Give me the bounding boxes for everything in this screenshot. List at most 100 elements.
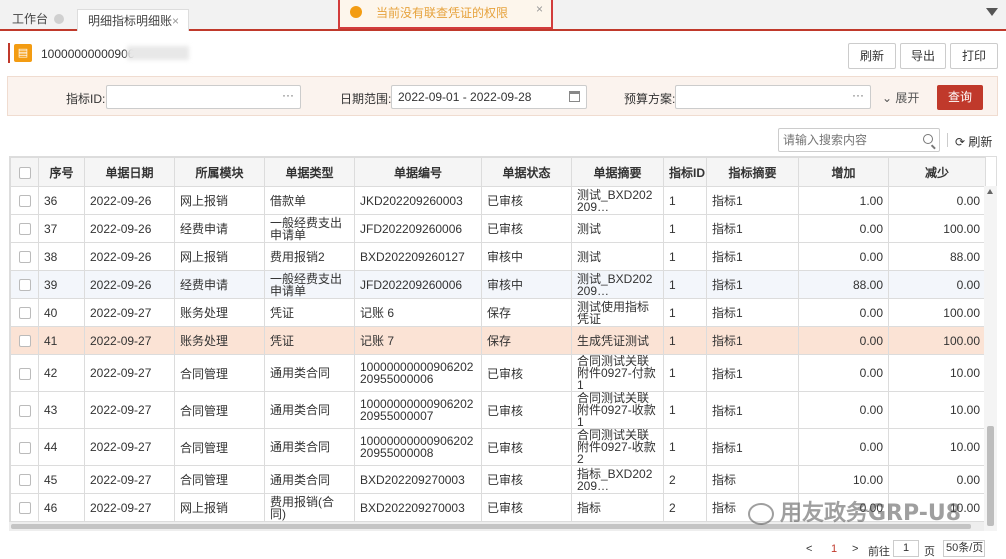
more-icon[interactable]: ··· [282,88,294,102]
table-cell: 经费申请 [174,270,265,299]
row-select-cell[interactable] [10,242,39,271]
current-page[interactable]: 1 [831,543,837,555]
close-icon[interactable]: × [172,10,179,32]
table-cell: BXD202209270003 [354,465,482,494]
row-checkbox[interactable] [18,335,31,348]
row-checkbox[interactable] [18,367,31,380]
row-select-cell[interactable] [10,214,39,243]
table-row[interactable]: 43 2022-09-27 合同管理 通用类合同 1000000000090620220… [10,391,986,429]
next-page-button[interactable]: > [852,543,858,555]
table-row[interactable]: 42 2022-09-27 合同管理 通用类合同 1000000000090620220… [10,354,986,392]
table-cell: 1 [663,354,707,392]
table-cell: 2022-09-27 [84,391,175,429]
column-header[interactable]: 单据类型 [264,157,355,187]
row-select-cell[interactable] [10,493,39,522]
row-select-cell[interactable] [10,391,39,429]
row-checkbox[interactable] [18,279,31,292]
tab-indicator-ledger-label: 明细指标明细账 [88,14,173,28]
table-header-row: 序号 单据日期 所属模块 单据类型 单据编号 单据状态 单据摘要 指标ID 指标… [10,157,986,187]
row-select-cell[interactable] [10,186,39,215]
tab-workbench[interactable]: 工作台 [2,7,74,31]
warning-icon [350,6,362,18]
more-icon[interactable]: ··· [852,88,864,102]
query-button[interactable]: 查询 [937,85,983,110]
table-row[interactable]: 44 2022-09-27 合同管理 通用类合同 1000000000090620220… [10,428,986,466]
row-checkbox[interactable] [18,474,31,487]
row-checkbox[interactable] [18,307,31,320]
row-select-cell[interactable] [10,270,39,299]
row-checkbox[interactable] [18,223,31,236]
row-select-cell[interactable] [10,465,39,494]
select-all-header[interactable] [10,157,39,187]
table-cell: 0.00 [798,354,889,392]
row-checkbox[interactable] [18,251,31,264]
refresh-button[interactable]: 刷新 [848,43,896,69]
select-all-checkbox[interactable] [18,166,31,179]
row-checkbox[interactable] [18,502,31,515]
column-header[interactable]: 单据状态 [481,157,572,187]
indicator-id-field[interactable]: ··· [106,85,301,109]
table-cell: 合同管理 [174,465,265,494]
row-checkbox[interactable] [18,404,31,417]
table-row[interactable]: 41 2022-09-27 账务处理 凭证 记账 7 保存 生成凭证测试 1 指标1 0.00 10… [10,326,986,355]
column-header[interactable]: 单据摘要 [571,157,664,187]
column-header[interactable]: 单据日期 [84,157,175,187]
chevron-down-icon[interactable] [986,8,998,16]
vertical-scrollbar[interactable] [984,186,997,531]
table-cell: 测试_BXD202209… [571,186,664,215]
expand-toggle[interactable]: ⌄ 展开 [882,89,919,106]
table-row[interactable]: 45 2022-09-27 合同管理 通用类合同 BXD202209270003 已审核指… [10,465,986,494]
budget-plan-field[interactable]: ··· [675,85,871,109]
column-header[interactable]: 指标ID [663,157,707,187]
table-cell: 1 [663,298,707,327]
table-row[interactable]: 37 2022-09-26 经费申请 一般经费支出申请单 JFD202209260006… [10,214,986,243]
column-header[interactable]: 增加 [798,157,889,187]
table-row[interactable]: 40 2022-09-27 账务处理 凭证 记账 6 保存 测试使用指标凭证 1 指标1 0.00… [10,298,986,327]
table-cell: 网上报销 [174,242,265,271]
row-checkbox[interactable] [18,441,31,454]
row-select-cell[interactable] [10,428,39,466]
column-header[interactable]: 减少 [888,157,986,187]
row-select-cell[interactable] [10,326,39,355]
row-select-cell[interactable] [10,354,39,392]
column-header[interactable]: 指标摘要 [706,157,799,187]
gear-icon[interactable] [54,14,64,24]
table-cell: 88.00 [888,242,986,271]
row-checkbox[interactable] [18,195,31,208]
table-cell: 已审核 [481,186,572,215]
page-size-select[interactable]: 50条/页 [943,540,985,557]
search-icon[interactable] [923,134,933,144]
export-button[interactable]: 导出 [900,43,946,69]
table-cell: 2 [663,493,707,522]
table-cell: 指标1 [706,186,799,215]
toast-close-icon[interactable]: × [536,2,543,16]
table-cell: 指标 [571,493,664,522]
table-cell: 40 [38,298,85,327]
tab-indicator-ledger[interactable]: 明细指标明细账 × [77,9,189,31]
table-cell: 0.00 [888,270,986,299]
calendar-icon[interactable] [569,91,580,102]
print-button[interactable]: 打印 [950,43,998,69]
table-cell: 已审核 [481,493,572,522]
search-input[interactable] [783,132,913,148]
column-header[interactable]: 所属模块 [174,157,265,187]
column-header[interactable]: 单据编号 [354,157,482,187]
table-cell: 生成凭证测试 [571,326,664,355]
table-refresh-button[interactable]: ⟳ 刷新 [955,133,992,150]
table-cell: 指标1 [706,391,799,429]
date-range-field[interactable]: 2022-09-01 - 2022-09-28 [391,85,587,109]
prev-page-button[interactable]: < [806,543,812,555]
column-header[interactable]: 序号 [38,157,85,187]
table-cell: 2022-09-27 [84,326,175,355]
search-box[interactable] [778,128,940,152]
date-range-label: 日期范围: [340,92,392,106]
scroll-up-icon[interactable] [987,189,993,194]
page-input[interactable]: 1 [893,540,919,557]
row-select-cell[interactable] [10,298,39,327]
table-row[interactable]: 38 2022-09-26 网上报销 费用报销2 BXD202209260127 审核中测… [10,242,986,271]
scroll-thumb[interactable] [987,426,994,526]
table-row[interactable]: 36 2022-09-26 网上报销 借款单 JKD202209260003 已审核 测试_… [10,186,986,215]
table-refresh-label: 刷新 [968,135,993,149]
toast-message: 当前没有联查凭证的权限 [376,6,509,20]
table-row[interactable]: 39 2022-09-26 经费申请 一般经费支出申请单 JFD202209260006… [10,270,986,299]
